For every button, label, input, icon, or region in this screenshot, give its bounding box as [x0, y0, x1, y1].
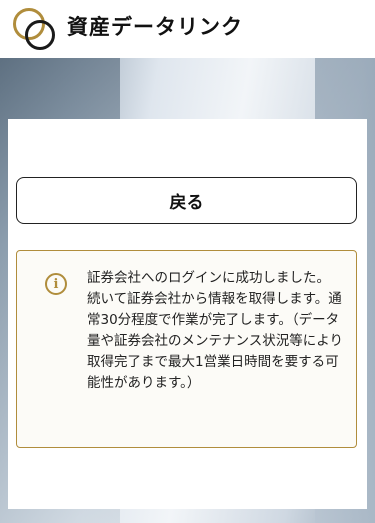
- login-success-notice: i 証券会社へのログインに成功しました。 続いて証券会社から情報を取得します。通…: [16, 250, 357, 448]
- app-header: 資産データリンク: [0, 0, 375, 58]
- notice-message: 証券会社へのログインに成功しました。 続いて証券会社から情報を取得します。通常3…: [87, 270, 343, 391]
- logo-icon[interactable]: [13, 8, 55, 50]
- logo-ring-dark: [25, 20, 55, 50]
- info-icon: i: [45, 273, 67, 295]
- brand-name: 資産データリンク: [67, 15, 243, 39]
- back-button[interactable]: 戻る: [16, 177, 357, 224]
- content-card: 戻る i 証券会社へのログインに成功しました。 続いて証券会社から情報を取得しま…: [8, 119, 367, 509]
